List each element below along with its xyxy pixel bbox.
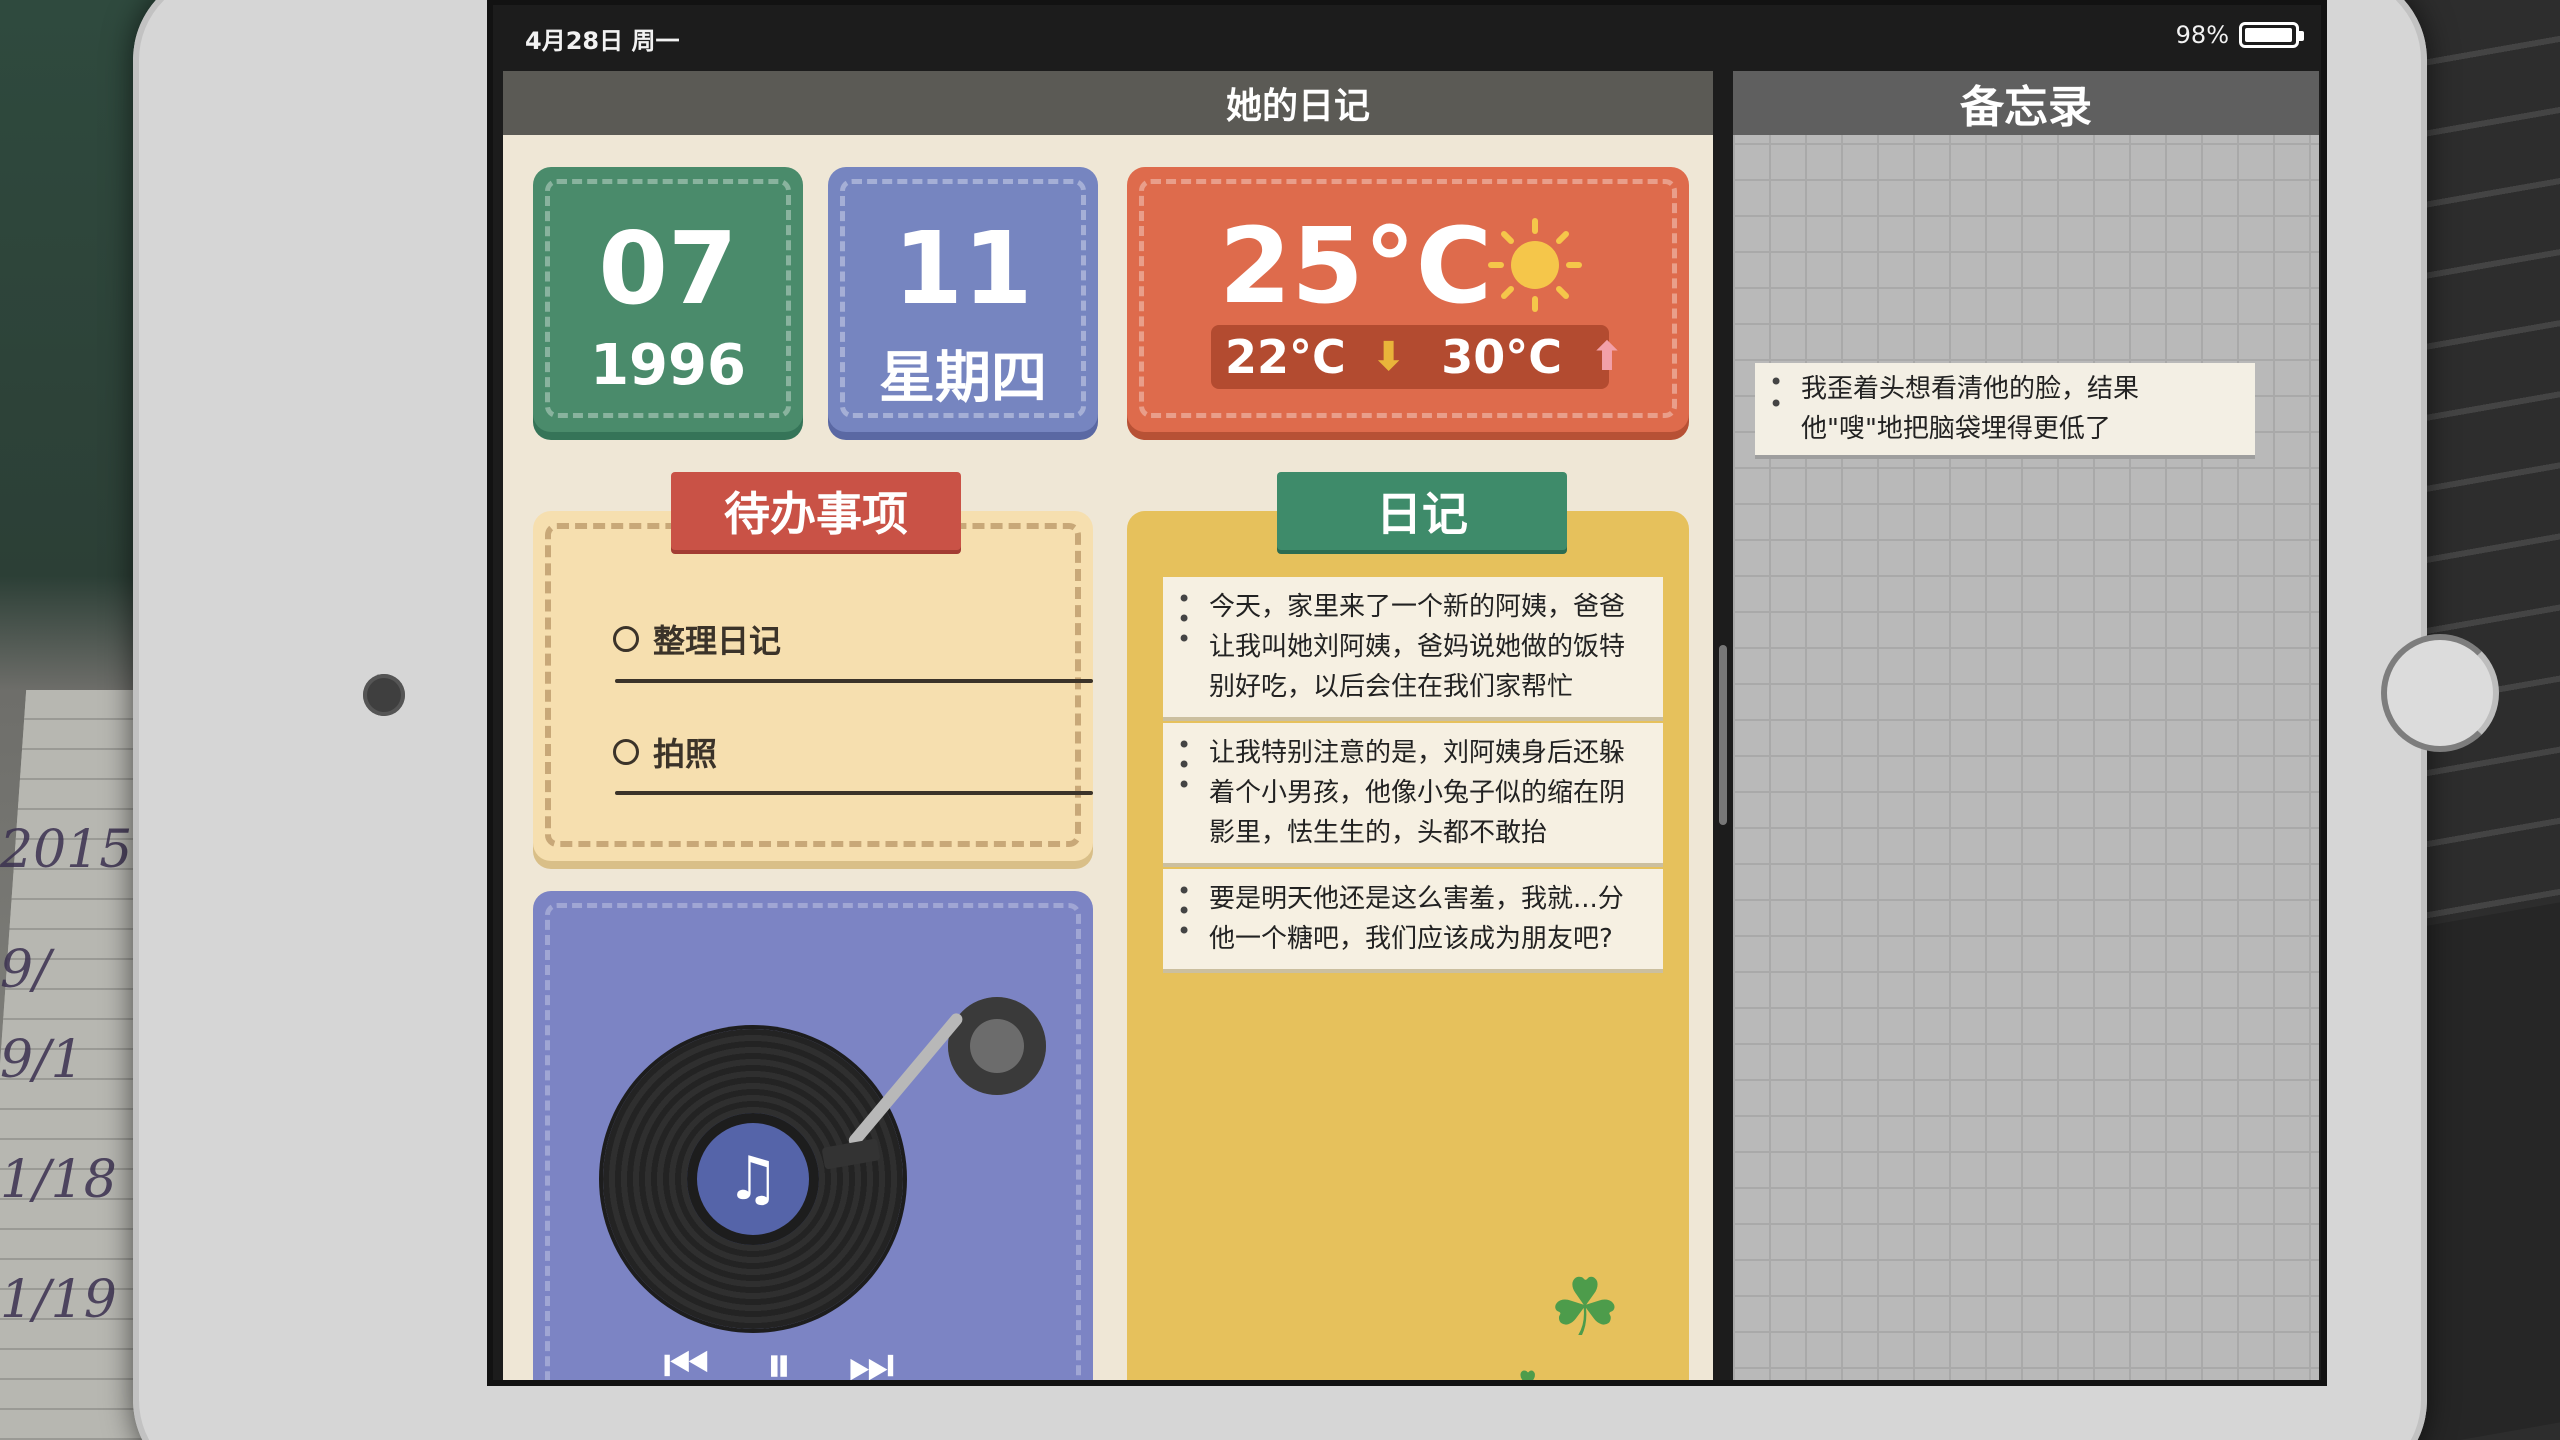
diary-entry[interactable]: 让我特别注意的是，刘阿姨身后还躲着个小男孩，他像小兔子似的缩在阴影里，怯生生的，… [1163,723,1663,863]
diary-title: 日记 [1277,472,1567,550]
tablet-device: 4月28日 周一 98% 她的日记 07 1996 11 星期四 25°C 22… [133,0,2499,1440]
battery-percent: 98% [2175,21,2229,49]
previous-track-icon[interactable]: ⏮ [663,1335,710,1380]
battery-fill [2245,28,2293,42]
clover-icon: ☘ [1549,1261,1621,1354]
split-view-divider[interactable] [1719,645,1727,825]
weather-card: 25°C 22°C ⬇ 30°C ⬆ [1127,167,1689,432]
status-bar: 4月28日 周一 98% [493,5,2321,65]
memo-note[interactable]: 我歪着头想看清他的脸，结果他"嗖"地把脑袋埋得更低了 [1755,363,2255,455]
memo-app-title: 备忘录 [1733,71,2319,135]
low-temperature: 22°C [1225,330,1346,384]
scribble-text: 9/ [0,940,51,1000]
todo-item[interactable]: 拍照 [613,729,717,775]
checkbox-circle-icon[interactable] [613,739,639,765]
sun-icon [1488,218,1582,312]
diary-app: 她的日记 07 1996 11 星期四 25°C 22°C ⬇ 30°C ⬆ 整… [503,71,1713,1380]
current-temperature: 25°C [1219,205,1493,327]
pause-icon[interactable]: ⏸ [766,1335,792,1380]
arrow-up-icon: ⬆ [1590,334,1624,380]
scribble-text: 9/1 [0,1030,84,1090]
playback-controls: ⏮ ⏸ ⏭ [663,1335,895,1380]
tonearm-base [948,997,1046,1095]
day-weekday-card: 11 星期四 [828,167,1098,432]
home-button[interactable] [2381,634,2499,752]
divider [615,679,1093,683]
todo-item-label: 整理日记 [653,622,782,660]
diary-app-header: 她的日记 [503,71,1713,135]
music-note-icon: ♫ [687,1113,819,1245]
scribble-text: 1/19 [0,1270,117,1330]
todo-item-label: 拍照 [653,735,718,773]
todo-card: 整理日记 拍照 [533,511,1093,861]
temperature-range: 22°C ⬇ 30°C ⬆ [1211,325,1624,389]
battery-indicator: 98% [2175,21,2304,49]
battery-icon [2239,22,2304,48]
memo-app: 备忘录 我歪着头想看清他的脸，结果他"嗖"地把脑袋埋得更低了 [1733,71,2319,1380]
arrow-down-icon: ⬇ [1371,334,1406,380]
month-year-card: 07 1996 [533,167,803,432]
diary-app-title: 她的日记 [1225,86,1370,127]
vinyl-record-icon[interactable]: ♫ [603,1029,903,1329]
diary-entry[interactable]: 要是明天他还是这么害羞，我就...分他一个糖吧，我们应该成为朋友吧? [1163,869,1663,969]
high-temperature: 30°C [1441,330,1563,384]
status-date: 4月28日 周一 [525,27,680,55]
clover-icon: ☘ [1507,1361,1548,1380]
front-camera [363,674,405,716]
tablet-screen: 4月28日 周一 98% 她的日记 07 1996 11 星期四 25°C 22… [487,0,2327,1386]
next-track-icon[interactable]: ⏭ [848,1335,895,1380]
divider [615,791,1093,795]
scribble-text: 2015 [0,820,133,880]
todo-item[interactable]: 整理日记 [613,616,781,662]
diary-entry[interactable]: 今天，家里来了一个新的阿姨，爸爸让我叫她刘阿姨，爸妈说她做的饭特别好吃，以后会住… [1163,577,1663,717]
checkbox-circle-icon[interactable] [613,626,639,652]
todo-title: 待办事项 [671,472,961,550]
scribble-text: 1/18 [0,1150,117,1210]
